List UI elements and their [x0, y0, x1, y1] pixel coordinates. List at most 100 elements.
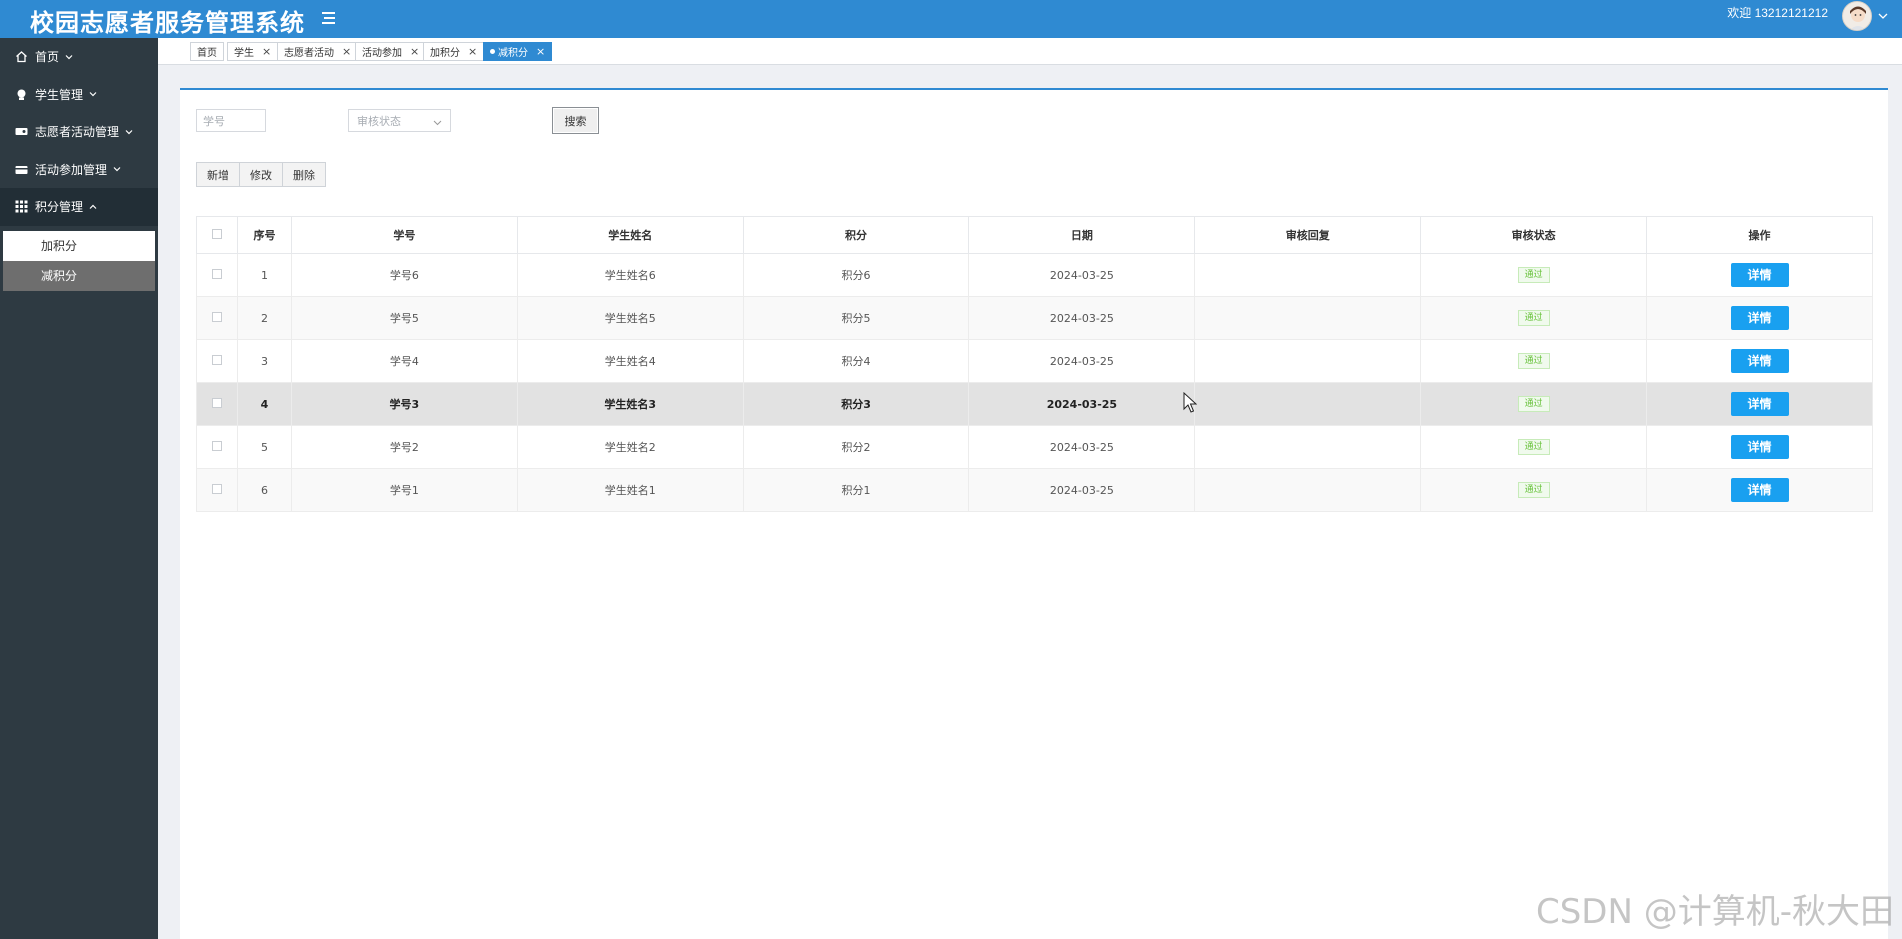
home-icon: [14, 50, 28, 64]
tab-students[interactable]: 学生 ×: [227, 42, 279, 61]
status-badge: 通过: [1517, 439, 1550, 455]
row-checkbox[interactable]: [211, 311, 222, 322]
cell-index: 2: [236, 296, 292, 340]
close-icon[interactable]: ×: [468, 45, 477, 58]
detail-button[interactable]: 详情: [1730, 392, 1789, 416]
row-select-cell: [196, 339, 238, 383]
table-row[interactable]: 1 学号6 学生姓名6 积分6 2024-03-25 通过 详情: [196, 253, 1873, 297]
row-checkbox[interactable]: [211, 440, 222, 451]
tab-activity-participation[interactable]: 活动参加 ×: [355, 42, 427, 61]
tab-label: 加积分: [430, 48, 460, 59]
sidebar-item-activity-participation[interactable]: 活动参加管理: [0, 151, 158, 189]
cell-date: 2024-03-25: [968, 296, 1196, 340]
table-row[interactable]: 3 学号4 学生姓名4 积分4 2024-03-25 通过 详情: [196, 339, 1873, 383]
cell-action: 详情: [1646, 339, 1873, 383]
table-header-row: 序号 学号 学生姓名 积分 日期 审核回复 审核状态 操作: [196, 216, 1873, 254]
close-icon[interactable]: ×: [536, 45, 545, 58]
detail-button[interactable]: 详情: [1730, 349, 1789, 373]
column-header: 学号: [290, 216, 518, 254]
sidebar-item-volunteer-activities[interactable]: 志愿者活动管理: [0, 113, 158, 151]
cell-date: 2024-03-25: [968, 339, 1196, 383]
sidebar-item-label: 活动参加管理: [35, 162, 108, 177]
cell-date: 2024-03-25: [968, 425, 1196, 469]
detail-button[interactable]: 详情: [1730, 478, 1789, 502]
sidebar-item-students[interactable]: 学生管理: [0, 76, 158, 114]
cell-student-no: 学号1: [290, 468, 518, 512]
sidebar-item-home[interactable]: 首页: [0, 38, 158, 76]
column-header: 序号: [236, 216, 292, 254]
status-badge: 通过: [1517, 353, 1550, 369]
cell-points: 积分4: [742, 339, 970, 383]
column-header: 审核状态: [1420, 216, 1648, 254]
cell-name: 学生姓名1: [516, 468, 744, 512]
tab-label: 减积分: [498, 48, 528, 59]
detail-button[interactable]: 详情: [1730, 263, 1789, 287]
mouse-cursor-icon: [1183, 391, 1198, 414]
cell-name: 学生姓名2: [516, 425, 744, 469]
chevron-down-icon: [65, 53, 73, 61]
welcome-text: 欢迎 13212121212: [1727, 6, 1828, 20]
row-checkbox[interactable]: [211, 354, 222, 365]
row-select-cell: [196, 296, 238, 340]
user-icon: [14, 87, 28, 101]
cell-student-no: 学号4: [290, 339, 518, 383]
watermark: CSDN @计算机-秋大田: [1535, 892, 1894, 932]
sidebar-subitem-add-points[interactable]: 加积分: [3, 230, 155, 261]
table-row[interactable]: 5 学号2 学生姓名2 积分2 2024-03-25 通过 详情: [196, 425, 1873, 469]
cell-reply: [1194, 382, 1422, 426]
column-header: 日期: [968, 216, 1196, 254]
table-row[interactable]: 6 学号1 学生姓名1 积分1 2024-03-25 通过 详情: [196, 468, 1873, 512]
user-menu-chevron-icon[interactable]: [1878, 6, 1888, 19]
cell-index: 5: [236, 425, 292, 469]
close-icon[interactable]: ×: [410, 45, 419, 58]
cell-index: 1: [236, 253, 292, 297]
select-all-checkbox[interactable]: [211, 228, 222, 239]
cell-name: 学生姓名4: [516, 339, 744, 383]
row-checkbox[interactable]: [211, 483, 222, 494]
edit-button[interactable]: 修改: [239, 162, 283, 187]
tab-home[interactable]: 首页: [190, 42, 224, 61]
review-status-select[interactable]: 审核状态: [348, 109, 451, 132]
student-no-input[interactable]: 学号: [196, 109, 266, 132]
cell-status: 通过: [1420, 253, 1648, 297]
detail-button[interactable]: 详情: [1730, 435, 1789, 459]
cell-index: 4: [236, 382, 292, 426]
row-select-cell: [196, 468, 238, 512]
cell-action: 详情: [1646, 425, 1873, 469]
app-title: 校园志愿者服务管理系统: [30, 9, 305, 37]
delete-button[interactable]: 删除: [282, 162, 326, 187]
close-icon[interactable]: ×: [262, 45, 271, 58]
tab-label: 活动参加: [362, 48, 402, 59]
search-button[interactable]: 搜索: [552, 107, 599, 134]
cell-name: 学生姓名5: [516, 296, 744, 340]
points-table: 序号 学号 学生姓名 积分 日期 审核回复 审核状态 操作 1 学号6 学生姓名…: [196, 216, 1873, 512]
add-button[interactable]: 新增: [196, 162, 240, 187]
top-header: 校园志愿者服务管理系统 欢迎 13212121212: [0, 0, 1902, 38]
tab-deduct-points[interactable]: 减积分 ×: [483, 42, 553, 61]
chevron-down-icon: [433, 117, 442, 126]
tab-volunteer-activities[interactable]: 志愿者活动 ×: [277, 42, 359, 61]
cell-date: 2024-03-25: [968, 382, 1196, 426]
cell-points: 积分3: [742, 382, 970, 426]
sidebar-subitem-deduct-points[interactable]: 减积分: [3, 260, 155, 291]
chevron-down-icon: [89, 90, 97, 98]
close-icon[interactable]: ×: [342, 45, 351, 58]
detail-button[interactable]: 详情: [1730, 306, 1789, 330]
status-badge: 通过: [1517, 267, 1550, 283]
table-row[interactable]: 4 学号3 学生姓名3 积分3 2024-03-25 通过 详情: [196, 382, 1873, 426]
tab-add-points[interactable]: 加积分 ×: [423, 42, 485, 61]
cell-reply: [1194, 425, 1422, 469]
user-avatar[interactable]: [1842, 1, 1872, 31]
table-row[interactable]: 2 学号5 学生姓名5 积分5 2024-03-25 通过 详情: [196, 296, 1873, 340]
row-checkbox[interactable]: [211, 268, 222, 279]
cell-student-no: 学号6: [290, 253, 518, 297]
cell-points: 积分2: [742, 425, 970, 469]
cell-points: 积分1: [742, 468, 970, 512]
menu-toggle-icon[interactable]: [320, 9, 338, 27]
row-checkbox[interactable]: [211, 397, 222, 408]
cell-points: 积分6: [742, 253, 970, 297]
cell-name: 学生姓名3: [516, 382, 744, 426]
tab-label: 志愿者活动: [284, 48, 334, 59]
sidebar-item-points[interactable]: 积分管理: [0, 188, 158, 226]
cell-index: 6: [236, 468, 292, 512]
